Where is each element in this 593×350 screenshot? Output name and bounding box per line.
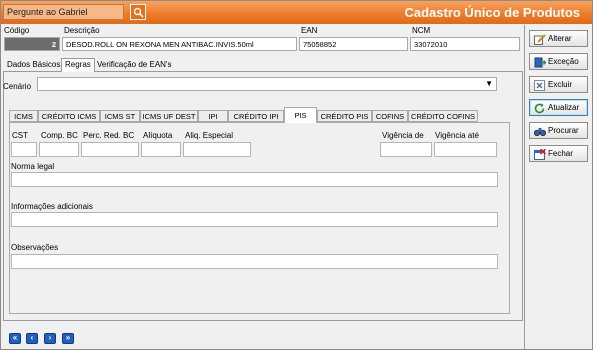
actions-panel: [524, 25, 592, 349]
atualizar-button[interactable]: Atualizar: [529, 99, 588, 116]
vigencia-de-label: Vigência de: [382, 131, 424, 140]
window-title: Cadastro Único de Produtos: [404, 5, 580, 20]
next-record-button[interactable]: ›: [44, 333, 56, 344]
tab-cofins[interactable]: COFINS: [372, 110, 408, 122]
tab-icms-uf-dest[interactable]: ICMS UF DEST: [140, 110, 198, 122]
norma-legal-field[interactable]: [11, 172, 498, 187]
ask-gabriel-input[interactable]: Pergunte ao Gabriel: [3, 4, 124, 20]
atualizar-label: Atualizar: [548, 103, 580, 112]
ncm-field[interactable]: 33072010: [410, 37, 520, 51]
info-adicionais-field[interactable]: [11, 212, 498, 227]
last-icon: »: [65, 333, 71, 342]
tab-icms-st[interactable]: ICMS ST: [100, 110, 140, 122]
help-search-icon[interactable]: [130, 4, 146, 20]
first-record-button[interactable]: «: [9, 333, 21, 344]
tab-dados-basicos[interactable]: Dados Básicos: [4, 59, 63, 71]
excluir-label: Excluir: [548, 80, 573, 89]
refresh-icon: [534, 103, 545, 114]
observacoes-field[interactable]: [11, 254, 498, 269]
aliquota-field[interactable]: [141, 142, 181, 157]
procurar-label: Procurar: [548, 126, 579, 135]
previous-record-button[interactable]: ‹: [26, 333, 38, 344]
fechar-button[interactable]: Fechar: [529, 145, 588, 162]
cenario-label: Cenário: [3, 82, 32, 91]
excecao-button[interactable]: Exceção: [529, 53, 588, 70]
aliq-especial-label: Aliq. Especial: [185, 131, 234, 140]
excecao-label: Exceção: [548, 57, 579, 66]
previous-icon: ‹: [30, 333, 34, 342]
tab-credito-pis[interactable]: CRÉDITO PIS: [317, 110, 372, 122]
vigencia-de-field[interactable]: [380, 142, 432, 157]
delete-x-icon: [534, 80, 545, 91]
excluir-button[interactable]: Excluir: [529, 76, 588, 93]
tab-ipi[interactable]: IPI: [198, 110, 228, 122]
descricao-label: Descrição: [64, 26, 100, 35]
product-register-window: Pergunte ao Gabriel Cadastro Único de Pr…: [0, 0, 593, 350]
codigo-label: Código: [4, 26, 30, 35]
procurar-button[interactable]: Procurar: [529, 122, 588, 139]
binoculars-icon: [534, 128, 546, 137]
fechar-label: Fechar: [548, 149, 573, 158]
tab-credito-icms[interactable]: CRÉDITO ICMS: [38, 110, 100, 122]
aliquota-label: Alíquota: [143, 131, 173, 140]
tab-pis[interactable]: PIS: [284, 107, 317, 123]
alterar-label: Alterar: [548, 34, 572, 43]
ean-label: EAN: [301, 26, 318, 35]
cenario-select[interactable]: ▼: [37, 77, 497, 91]
descricao-field[interactable]: DESOD.ROLL ON REXONA MEN ANTIBAC.INVIS.5…: [62, 37, 297, 51]
chevron-down-icon: ▼: [485, 79, 493, 88]
title-bar: Pergunte ao Gabriel Cadastro Único de Pr…: [1, 1, 592, 24]
aliq-especial-field[interactable]: [183, 142, 251, 157]
alterar-button[interactable]: Alterar: [529, 30, 588, 47]
tab-credito-cofins[interactable]: CRÉDITO COFINS: [408, 110, 478, 122]
close-window-icon: [534, 149, 546, 160]
perc-red-bc-field[interactable]: [81, 142, 139, 157]
next-icon: ›: [48, 333, 52, 342]
tab-verificacao-ean[interactable]: Verificação de EAN's: [94, 59, 174, 71]
comp-bc-label: Comp. BC: [41, 131, 78, 140]
ean-field[interactable]: 75058852: [299, 37, 408, 51]
norma-legal-label: Norma legal: [11, 162, 55, 171]
perc-red-bc-label: Perc. Red. BC: [83, 131, 135, 140]
tab-regras[interactable]: Regras: [61, 58, 95, 72]
vigencia-ate-field[interactable]: [434, 142, 497, 157]
cst-field[interactable]: [11, 142, 37, 157]
pencil-icon: [534, 34, 546, 45]
cst-label: CST: [12, 131, 28, 140]
tab-icms[interactable]: ICMS: [9, 110, 38, 122]
ncm-label: NCM: [412, 26, 431, 35]
first-icon: «: [12, 333, 18, 342]
last-record-button[interactable]: »: [62, 333, 74, 344]
tab-credito-ipi[interactable]: CRÉDITO IPI: [228, 110, 284, 122]
observacoes-label: Observações: [11, 243, 59, 252]
codigo-field[interactable]: 2: [4, 37, 60, 51]
vigencia-ate-label: Vigência até: [435, 131, 479, 140]
info-adicionais-label: Informações adicionais: [11, 202, 93, 211]
exit-door-icon: [534, 57, 546, 68]
comp-bc-field[interactable]: [39, 142, 79, 157]
